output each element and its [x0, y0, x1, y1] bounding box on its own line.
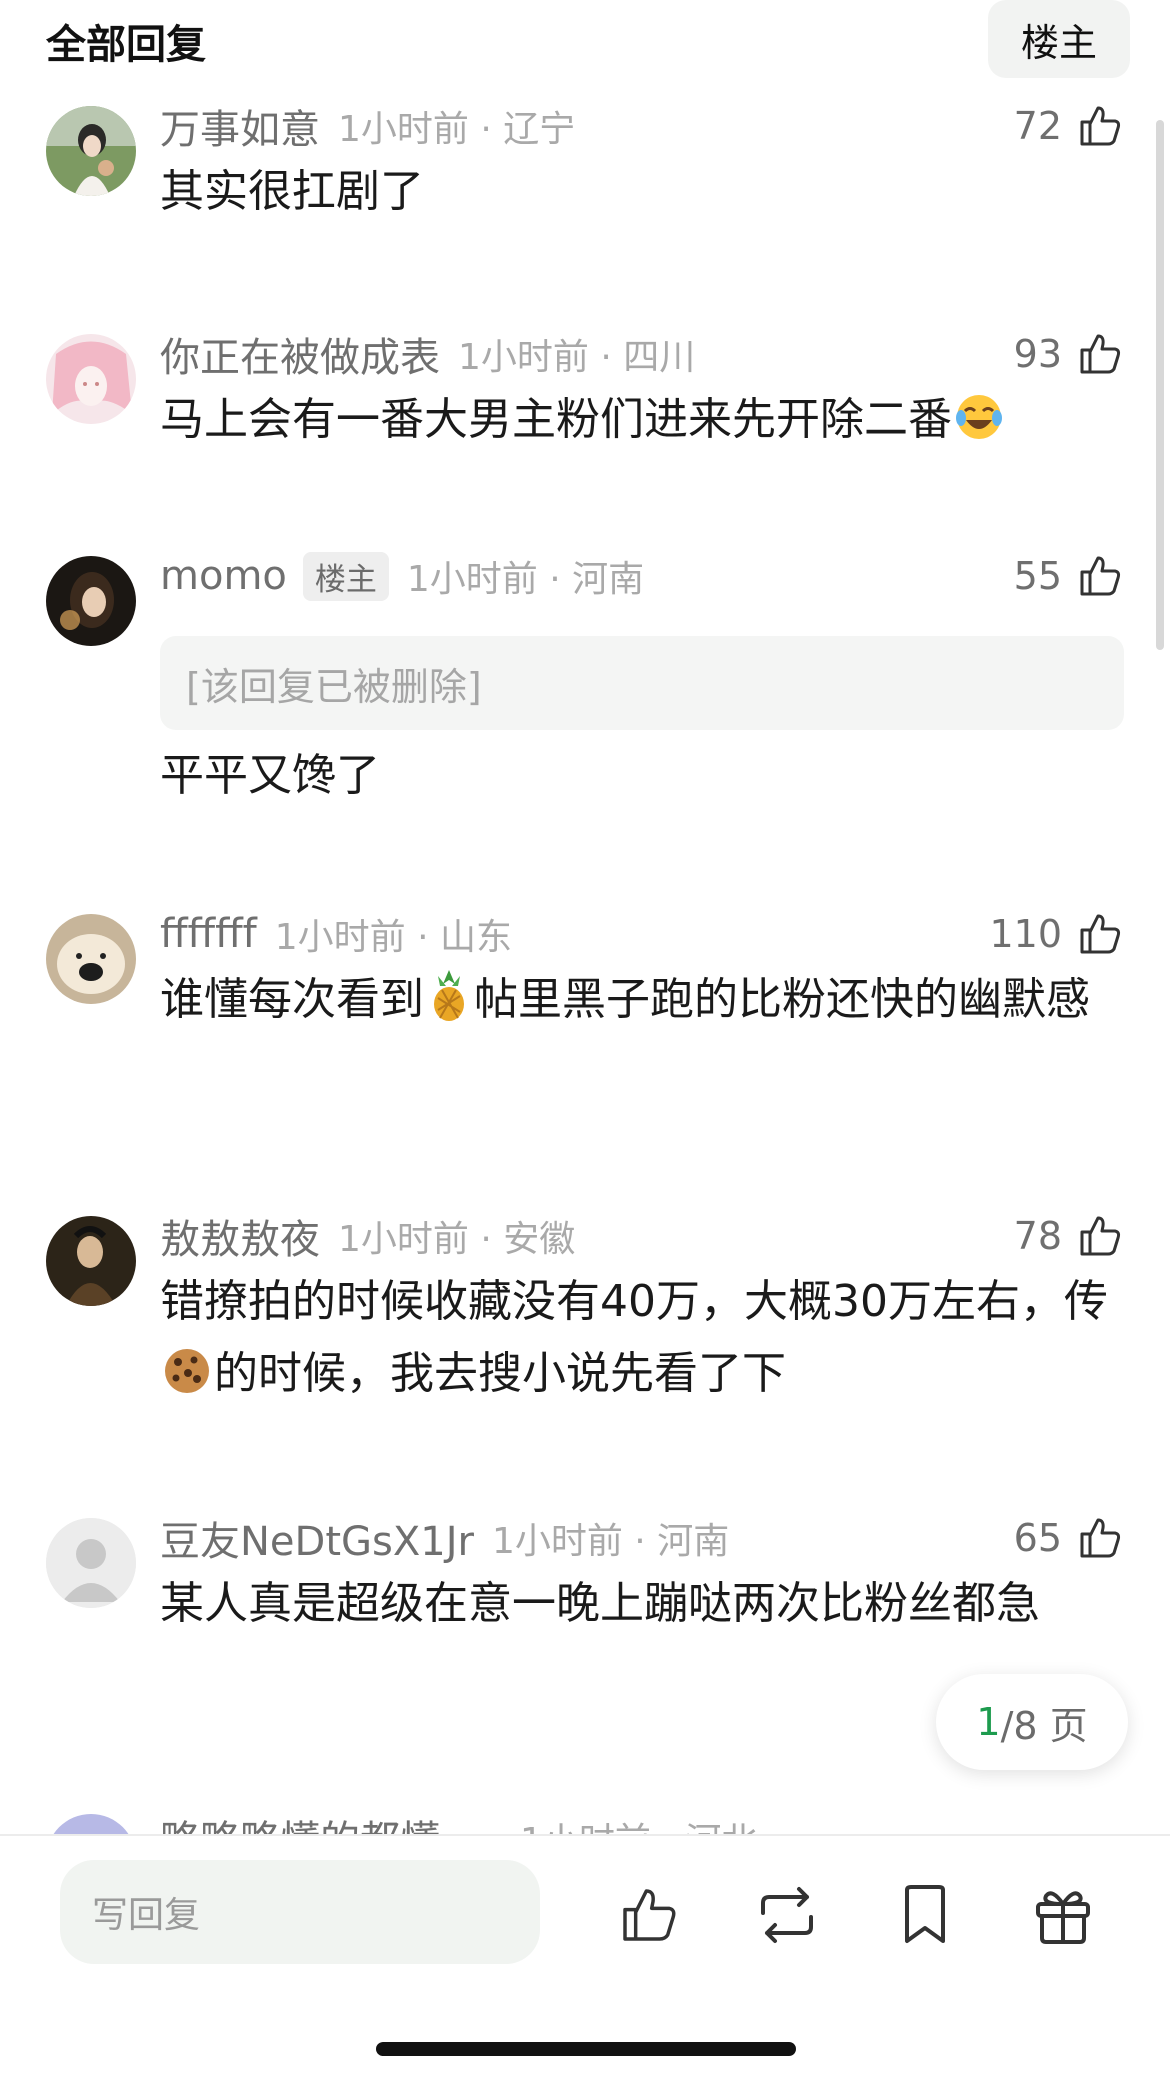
comment-meta: 1小时前 · 河南 [491, 1521, 730, 1562]
replies-header: 全部回复 楼主 [0, 0, 1170, 80]
like-count: 55 [1013, 554, 1062, 598]
like-button[interactable]: 72 [1014, 98, 1124, 154]
section-title: 全部回复 [46, 22, 206, 68]
comment-item: 敖敖敖夜 1小时前 · 安徽 78 错撩拍的时候收藏没有40万，大概30万左右，… [0, 1206, 1170, 1456]
total-pages: /8 页 [1000, 1703, 1088, 1748]
repost-button[interactable] [752, 1880, 822, 1950]
avatar[interactable] [46, 1216, 136, 1306]
comment-text: 某人真是超级在意一晚上蹦哒两次比粉丝都急 [160, 1578, 1040, 1629]
like-icon [1080, 556, 1121, 596]
like-icon [1080, 1518, 1121, 1558]
comment-text: 平平又馋了 [160, 750, 380, 801]
username[interactable]: momo [160, 553, 287, 599]
comment-meta: 1小时前 · 辽宁 [338, 109, 576, 150]
owner-only-filter-button[interactable]: 楼主 [988, 0, 1130, 78]
comment-meta: 1小时前 · 安徽 [338, 1219, 576, 1260]
home-indicator[interactable] [376, 2042, 796, 2056]
like-button[interactable]: 55 [1014, 548, 1124, 604]
avatar[interactable] [46, 914, 136, 1004]
gift-icon [1036, 1891, 1090, 1944]
like-button[interactable]: 65 [1014, 1510, 1124, 1566]
comment-item: 万事如意 1小时前 · 辽宁 72 其实很扛剧了 [0, 72, 1170, 292]
reply-input[interactable]: 写回复 [60, 1860, 540, 1964]
like-count: 93 [1013, 332, 1062, 376]
avatar[interactable] [46, 1814, 136, 1836]
like-button[interactable]: 110 [989, 906, 1124, 962]
username[interactable]: fffffff [160, 911, 257, 957]
gift-button[interactable] [1028, 1880, 1098, 1950]
current-page: 1 [976, 1700, 1001, 1744]
like-icon [623, 1889, 676, 1941]
bookmark-button[interactable] [890, 1880, 960, 1950]
comment-meta: 1小时前 · 河南 [406, 559, 645, 600]
username[interactable]: 你正在被做成表 [160, 325, 440, 383]
like-icon [1080, 106, 1121, 146]
like-icon [1080, 914, 1121, 954]
like-button[interactable]: 93 [1014, 326, 1124, 382]
username[interactable]: 豆友NeDtGsX1Jr [160, 1509, 474, 1567]
comment-meta: 1小时前 · 山东 [274, 917, 513, 958]
username[interactable]: 敖敖敖夜 [160, 1207, 320, 1265]
like-button[interactable]: 78 [1014, 1208, 1124, 1264]
cookie-emoji [162, 1346, 212, 1418]
avatar[interactable] [46, 1518, 136, 1608]
like-count: 110 [989, 912, 1062, 956]
owner-badge: 楼主 [302, 551, 389, 601]
quoted-deleted-reply: [该回复已被删除] [160, 636, 1124, 730]
bottom-action-bar: 写回复 [0, 1834, 1170, 2077]
avatar[interactable] [46, 106, 136, 196]
avatar[interactable] [46, 334, 136, 424]
comment-text: 错撩拍的时候收藏没有40万，大概30万左右，传的时候，我去搜小说先看了下 [160, 1266, 1120, 1418]
comment-item: fffffff 1小时前 · 山东 110 谁懂每次看到 帖里黑子跑的比粉还快的幽… [0, 904, 1170, 1154]
comment-text: 其实很扛剧了 [160, 166, 424, 217]
comment-item-partial: 略略略懂的都懂 1小时前 · 河北 [0, 1800, 1170, 1836]
username[interactable]: 略略略懂的都懂 [160, 1808, 440, 1836]
username[interactable]: 万事如意 [160, 97, 320, 155]
comment-meta: 1小时前 · 四川 [458, 337, 696, 378]
like-count: 65 [1013, 1516, 1062, 1560]
repost-icon [761, 1887, 813, 1943]
avatar[interactable] [46, 556, 136, 646]
comment-item: momo 楼主 1小时前 · 河南 55 [该回复已被删除] 平平又馋了 [0, 418, 1170, 801]
comment-meta: 1小时前 · 河北 [520, 1812, 757, 1836]
pineapple-emoji [426, 968, 472, 1044]
like-count: 72 [1013, 104, 1062, 148]
like-count: 78 [1013, 1214, 1062, 1258]
like-icon [1080, 334, 1121, 374]
like-icon [1080, 1216, 1121, 1256]
like-post-button[interactable] [614, 1880, 684, 1950]
bookmark-icon [905, 1885, 945, 1943]
page-indicator[interactable]: 1/8 页 [936, 1674, 1128, 1770]
comment-text: 谁懂每次看到 帖里黑子跑的比粉还快的幽默感 [160, 964, 1120, 1044]
